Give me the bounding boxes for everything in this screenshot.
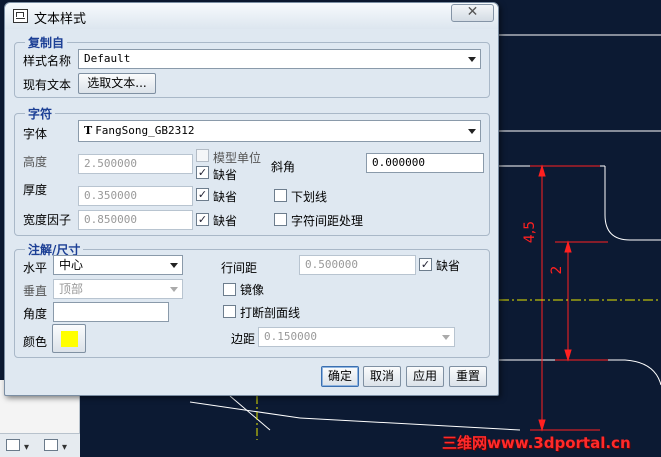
color-button[interactable] <box>52 324 86 353</box>
apply-button[interactable]: 应用 <box>406 366 444 387</box>
height-label: 高度 <box>23 155 48 169</box>
color-label: 颜色 <box>23 335 48 349</box>
ok-button[interactable]: 确定 <box>321 366 359 387</box>
chevron-down-icon <box>468 57 476 62</box>
break-hatch-label: 打断剖面线 <box>240 306 301 320</box>
color-swatch <box>61 331 78 347</box>
angle-field[interactable] <box>53 302 169 322</box>
horizontal-value: 中心 <box>59 258 84 272</box>
height-default-label: 缺省 <box>213 168 238 182</box>
break-hatch-checkbox[interactable] <box>223 305 236 318</box>
dropdown-arrow-icon[interactable]: ▾ <box>62 442 67 453</box>
existing-text-label: 现有文本 <box>23 78 72 92</box>
dimension-label-large: 4,5 <box>522 221 538 243</box>
slant-label: 斜角 <box>271 160 296 174</box>
margin-value: 0.150000 <box>264 330 317 343</box>
vertical-dropdown[interactable]: 顶部 <box>53 279 183 299</box>
angle-label: 角度 <box>23 307 48 321</box>
reset-button[interactable]: 重置 <box>449 366 487 387</box>
panel-toolbar: ▾ ▾ <box>0 433 80 457</box>
height-default-checkbox[interactable]: ✓ <box>196 166 209 179</box>
mirror-label: 镜像 <box>240 283 265 297</box>
margin-dropdown[interactable]: 0.150000 <box>258 327 455 347</box>
layer-icon[interactable] <box>6 439 20 451</box>
model-units-label: 模型单位 <box>213 151 262 165</box>
chevron-down-icon <box>468 129 476 134</box>
dialog-titlebar[interactable]: 文本样式 ✕ <box>5 3 498 29</box>
settings-icon[interactable] <box>44 439 58 451</box>
close-button[interactable]: ✕ <box>451 4 494 22</box>
cancel-button[interactable]: 取消 <box>363 366 401 387</box>
margin-label: 边距 <box>231 332 256 346</box>
width-factor-field[interactable]: 0.850000 <box>78 210 193 230</box>
character-legend: 字符 <box>28 107 53 121</box>
text-style-icon <box>13 9 28 23</box>
style-name-value: Default <box>84 52 131 65</box>
dimension-label-small: 2 <box>549 266 565 275</box>
model-units-checkbox[interactable] <box>196 149 209 162</box>
width-factor-default-label: 缺省 <box>213 214 238 228</box>
vertical-label: 垂直 <box>23 284 48 298</box>
horizontal-label: 水平 <box>23 261 48 275</box>
watermark: 三维网www.3dportal.cn <box>442 434 631 452</box>
kerning-checkbox[interactable] <box>274 213 287 226</box>
thickness-label: 厚度 <box>23 183 48 197</box>
text-style-dialog: 文本样式 ✕ 复制自 样式名称 Default 现有文本 选取文本... 字符 … <box>4 2 499 396</box>
thickness-field[interactable]: 0.350000 <box>78 186 193 206</box>
line-spacing-label: 行间距 <box>221 261 258 275</box>
slant-field[interactable]: 0.000000 <box>366 153 484 173</box>
dialog-title: 文本样式 <box>34 12 87 27</box>
mirror-checkbox[interactable] <box>223 283 236 296</box>
chevron-down-icon <box>170 263 178 268</box>
style-name-label: 样式名称 <box>23 54 72 68</box>
select-text-button[interactable]: 选取文本... <box>78 73 156 94</box>
height-field[interactable]: 2.500000 <box>78 154 193 174</box>
font-dropdown[interactable]: T FangSong_GB2312 <box>78 120 481 142</box>
font-value: FangSong_GB2312 <box>95 124 195 137</box>
width-factor-default-checkbox[interactable]: ✓ <box>196 213 209 226</box>
dropdown-arrow-icon[interactable]: ▾ <box>24 442 29 453</box>
truetype-icon: T <box>84 124 93 137</box>
width-factor-label: 宽度因子 <box>23 213 72 227</box>
horizontal-dropdown[interactable]: 中心 <box>53 255 183 275</box>
copy-from-legend: 复制自 <box>28 36 65 50</box>
underline-label: 下划线 <box>291 190 328 204</box>
thickness-default-label: 缺省 <box>213 190 238 204</box>
vertical-value: 顶部 <box>59 282 84 296</box>
line-spacing-default-label: 缺省 <box>436 259 461 273</box>
chevron-down-icon <box>170 287 178 292</box>
line-spacing-default-checkbox[interactable]: ✓ <box>419 258 432 271</box>
kerning-label: 字符间距处理 <box>291 214 364 228</box>
style-name-dropdown[interactable]: Default <box>78 49 481 69</box>
underline-checkbox[interactable] <box>274 189 287 202</box>
thickness-default-checkbox[interactable]: ✓ <box>196 188 209 201</box>
chevron-down-icon <box>442 335 450 340</box>
font-label: 字体 <box>23 127 48 141</box>
line-spacing-field[interactable]: 0.500000 <box>299 255 416 275</box>
